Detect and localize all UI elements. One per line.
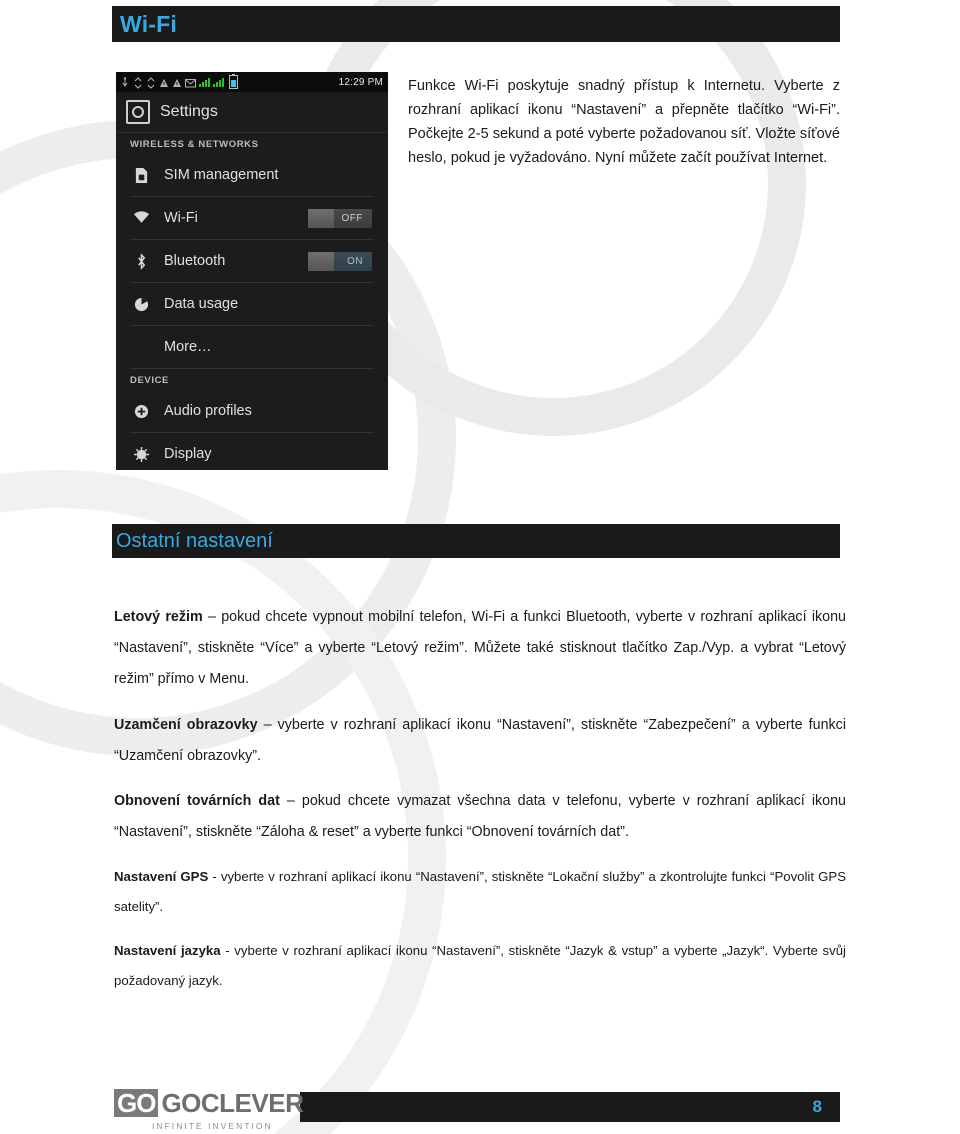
paragraph-obnoveni-tovarnich-dat: Obnovení továrních dat – pokud chcete vy… (114, 786, 846, 848)
settings-row-bluetooth[interactable]: Bluetooth ON (130, 240, 374, 283)
wifi-toggle[interactable]: OFF (308, 208, 372, 228)
footer-bar: 8 (300, 1092, 840, 1122)
gmail-icon (185, 77, 196, 88)
bluetooth-icon (130, 252, 152, 270)
settings-row-label: Display (164, 446, 212, 462)
paragraph-body: – pokud chcete vypnout mobilní telefon, … (114, 609, 846, 688)
paragraph-lead: Nastavení jazyka (114, 942, 221, 958)
paragraph-nastaveni-gps: Nastavení GPS - vyberte v rozhraní aplik… (114, 862, 846, 922)
bluetooth-toggle[interactable]: ON (308, 251, 372, 271)
phone-screenshot: 12:29 PM Settings WIRELESS & NETWORKS SI… (116, 72, 388, 470)
paragraph-body: - vyberte v rozhraní aplikací ikonu “Nas… (114, 868, 846, 914)
body-text: Letový režim – pokud chcete vypnout mobi… (114, 588, 846, 1010)
settings-row-display[interactable]: Display (130, 433, 374, 470)
settings-row-label: Wi-Fi (164, 210, 198, 226)
settings-row-label: More… (164, 339, 212, 355)
paragraph-lead: Uzamčení obrazovky (114, 716, 258, 733)
section-title: Ostatní nastavení (116, 529, 273, 552)
settings-row-audio-profiles[interactable]: Audio profiles (130, 390, 374, 433)
settings-gear-icon (126, 100, 150, 124)
settings-row-more[interactable]: More… (130, 326, 374, 369)
settings-row-wifi[interactable]: Wi-Fi OFF (130, 197, 374, 240)
intro-paragraph: Funkce Wi-Fi poskytuje snadný přístup k … (408, 78, 840, 166)
paragraph-nastaveni-jazyka: Nastavení jazyka - vyberte v rozhraní ap… (114, 936, 846, 996)
wifi-icon (130, 211, 152, 225)
warning-icon (172, 77, 182, 88)
section-label-wireless: WIRELESS & NETWORKS (130, 139, 259, 150)
sim-card-icon (130, 167, 152, 184)
settings-app-title: Settings (160, 103, 218, 120)
settings-row-label: Bluetooth (164, 253, 226, 269)
audio-profiles-icon (130, 404, 152, 419)
paragraph-lead: Obnovení továrních dat (114, 792, 280, 809)
paragraph-body: - vyberte v rozhraní aplikací ikonu “Nas… (114, 942, 846, 988)
logo-wordmark: GOCLEVER (161, 1088, 304, 1118)
settings-row-sim-management[interactable]: SIM management (130, 154, 374, 197)
settings-row-data-usage[interactable]: Data usage (130, 283, 374, 326)
settings-row-label: SIM management (164, 167, 279, 183)
signal-icon (199, 77, 210, 87)
status-icons (120, 74, 238, 89)
settings-app-header: Settings (116, 92, 388, 133)
paragraph-letovy-rezim: Letový režim – pokud chcete vypnout mobi… (114, 602, 846, 695)
section-title-band: Ostatní nastavení (112, 524, 840, 558)
paragraph-lead: Nastavení GPS (114, 868, 209, 884)
paragraph-uzamceni-obrazovky: Uzamčení obrazovky – vyberte v rozhraní … (114, 710, 846, 772)
usb-icon (120, 76, 130, 88)
status-time: 12:29 PM (338, 76, 383, 88)
logo-tagline: INFINITE INVENTION (152, 1121, 273, 1131)
data-usage-icon (130, 297, 152, 312)
signal-icon (213, 77, 224, 87)
page-number: 8 (812, 1097, 822, 1116)
display-icon (130, 446, 152, 462)
settings-row-label: Audio profiles (164, 403, 252, 419)
page-title: Wi-Fi (120, 10, 177, 37)
page-title-band: Wi-Fi (112, 6, 840, 42)
battery-icon (229, 74, 238, 89)
sync-icon (133, 76, 143, 89)
section-label-device: DEVICE (130, 375, 169, 386)
document-page: Wi-Fi 12:29 PM Settings WIRELESS & NETWO… (0, 0, 960, 1134)
settings-row-label: Data usage (164, 296, 239, 312)
goclever-logo: GO GOCLEVER INFINITE INVENTION (114, 1088, 304, 1131)
paragraph-lead: Letový režim (114, 609, 203, 626)
sync-icon (146, 76, 156, 89)
logo-go-mark: GO (114, 1089, 159, 1117)
warning-icon (159, 77, 169, 88)
phone-status-bar: 12:29 PM (116, 72, 388, 92)
